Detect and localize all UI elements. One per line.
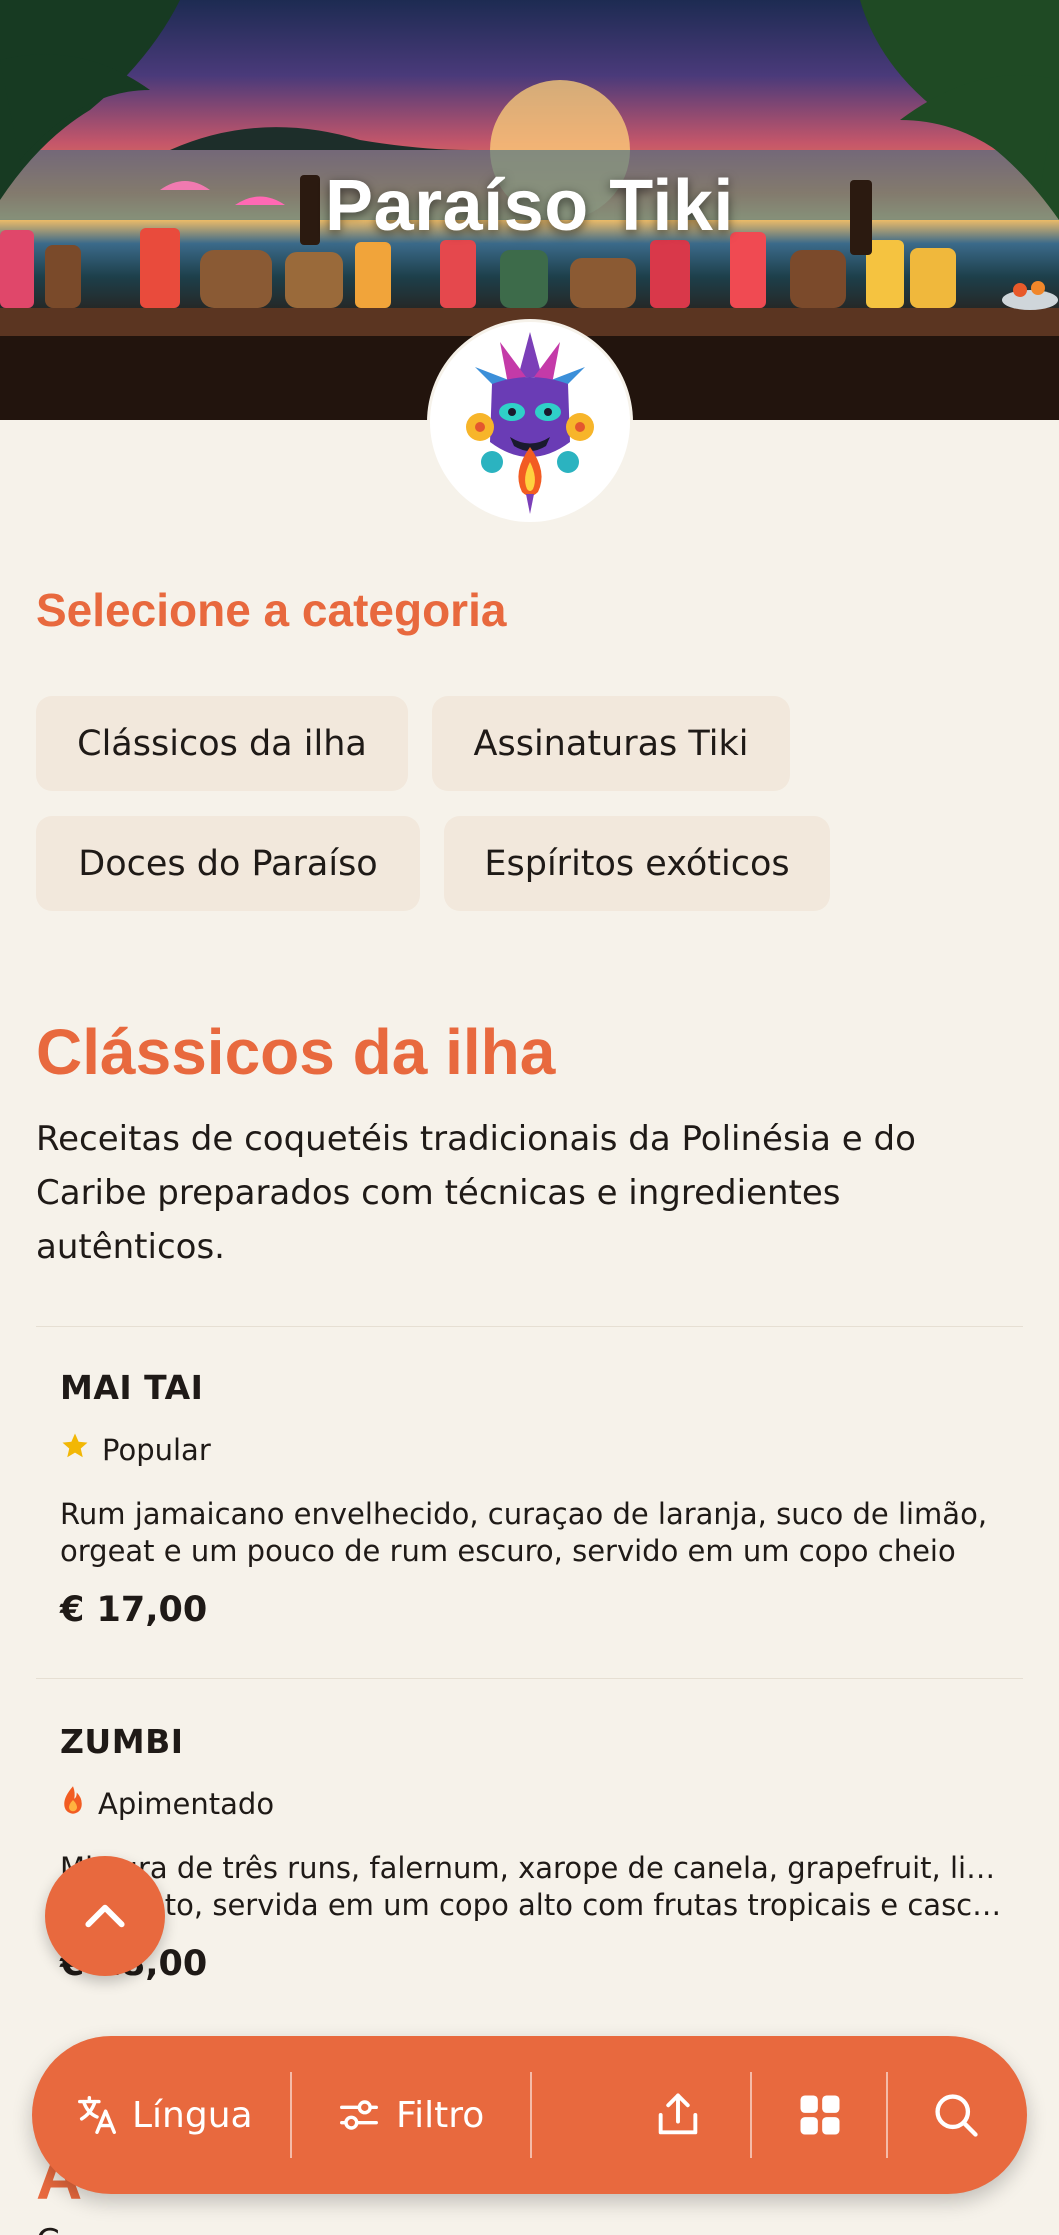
category-chip-assinaturas[interactable]: Assinaturas Tiki [432,696,790,791]
tiki-mask-logo-icon [466,332,594,514]
share-button[interactable] [652,2036,704,2194]
search-button[interactable] [930,2036,982,2194]
item-description-line: Mistura de três runs, falernum, xarope d… [60,1851,1010,1885]
filter-button[interactable]: Filtro [336,2036,484,2194]
item-name: ZUMBI [60,1722,184,1761]
item-price: € 18,00 [60,1944,208,1984]
next-category-description: C [36,2222,1016,2235]
divider [36,1678,1023,1679]
item-tag-label: Apimentado [98,1786,275,1821]
star-icon [60,1431,90,1468]
item-price: € 17,00 [60,1590,208,1630]
item-tag-label: Popular [102,1432,211,1467]
category-description: Receitas de coquetéis tradicionais da Po… [36,1119,916,1267]
item-description: Rum jamaicano envelhecido, curaçao de la… [60,1497,988,1568]
category-selector-heading: Selecione a categoria [36,584,507,636]
scroll-to-top-button[interactable] [45,1856,165,1976]
flame-icon [60,1785,86,1822]
separator [750,2072,752,2158]
translate-icon [78,2096,116,2134]
category-title: Clássicos da ilha [36,1016,556,1088]
item-tag: Popular [60,1431,1010,1468]
language-label: Língua [132,2094,253,2136]
item-name: MAI TAI [60,1368,204,1407]
item-description: Mistura de três runs, falernum, xarope d… [60,1850,1010,1924]
item-tag: Apimentado [60,1785,1010,1822]
separator [886,2072,888,2158]
separator [290,2072,292,2158]
filter-sliders-icon [340,2100,378,2130]
chevron-up-icon [85,1904,125,1928]
grid-view-button[interactable] [794,2036,846,2194]
category-chip-doces[interactable]: Doces do Paraíso [36,816,420,911]
share-upload-icon [658,2093,698,2135]
bottom-navigation-bar: Língua Filtro [32,2036,1027,2194]
menu-item[interactable]: ZUMBI Apimentado Mistura de três runs, f… [60,1722,1010,1984]
filter-label: Filtro [396,2094,485,2136]
menu-item[interactable]: MAI TAI Popular Rum jamaicano envelhecid… [60,1368,1010,1630]
category-chip-classicos[interactable]: Clássicos da ilha [36,696,408,791]
category-chip-espiritos[interactable]: Espíritos exóticos [444,816,830,911]
grid-icon [800,2095,840,2135]
restaurant-name: Paraíso Tiki [325,166,734,246]
restaurant-logo [430,322,630,522]
language-button[interactable]: Língua [74,2036,253,2194]
search-icon [935,2094,978,2137]
item-description-line: e absinto, servida em um copo alto com f… [60,1888,1010,1922]
separator [530,2072,532,2158]
divider [36,1326,1023,1327]
